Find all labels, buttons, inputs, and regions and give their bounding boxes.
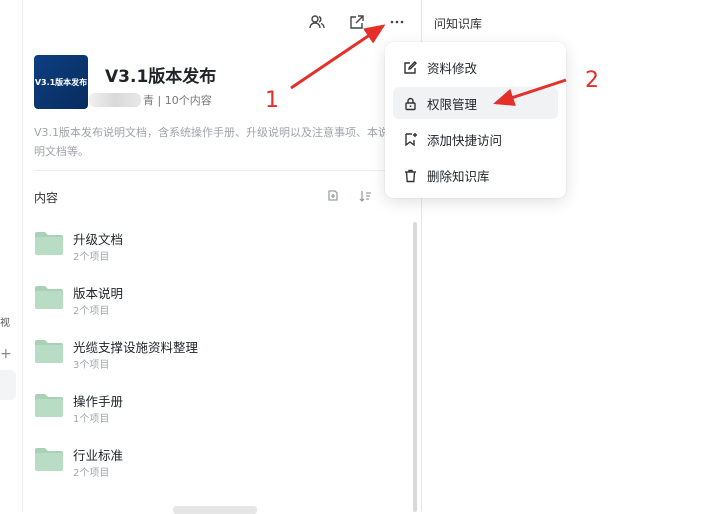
folder-icon xyxy=(35,232,63,255)
annotation-label-2: 2 xyxy=(585,68,599,93)
folder-item[interactable]: 光缆支撑设施资料整理 3个项目 xyxy=(34,328,404,382)
sort-icon[interactable] xyxy=(356,187,374,205)
menu-item-delete-knowledge-base[interactable]: 删除知识库 xyxy=(393,159,558,191)
bookmark-star-icon xyxy=(401,130,419,148)
ask-knowledge-base-title: 问知识库 xyxy=(434,17,483,31)
trash-icon xyxy=(401,166,419,184)
folder-name: 版本说明 xyxy=(73,286,124,301)
menu-item-add-shortcut[interactable]: 添加快捷访问 xyxy=(393,123,558,155)
folder-name: 操作手册 xyxy=(73,394,124,409)
knowledge-base-panel: V3.1版本发布 V3.1版本发布 青 | 10个内容 V3.1版本发布说明文档… xyxy=(23,0,422,514)
scrollbar[interactable] xyxy=(413,222,417,512)
annotation-label-1: 1 xyxy=(265,88,279,113)
folder-item[interactable]: 操作手册 1个项目 xyxy=(34,382,404,436)
folder-name: 升级文档 xyxy=(73,232,124,247)
menu-item-permission-management[interactable]: 权限管理 xyxy=(393,87,558,119)
divider xyxy=(34,170,410,171)
folder-count: 2个项目 xyxy=(73,306,110,317)
folder-icon xyxy=(35,394,63,417)
folder-name: 行业标准 xyxy=(73,448,124,463)
sidebar-cut-label: 视 xyxy=(0,318,10,329)
knowledge-base-cover: V3.1版本发布 xyxy=(34,55,88,109)
new-folder-icon[interactable] xyxy=(324,187,342,205)
more-actions-menu: 资料修改 权限管理 添加快捷访问 删除知识库 xyxy=(385,42,566,198)
lock-icon xyxy=(401,94,419,112)
sidebar-add-icon[interactable]: + xyxy=(0,346,12,362)
folder-item[interactable]: 升级文档 2个项目 xyxy=(34,220,404,274)
folder-count: 1个项目 xyxy=(73,414,110,425)
folder-icon xyxy=(35,286,63,309)
left-sidebar-strip: 视 + xyxy=(0,0,23,512)
folder-item[interactable]: 版本说明 2个项目 xyxy=(34,274,404,328)
folder-count: 2个项目 xyxy=(73,468,110,479)
knowledge-base-description: V3.1版本发布说明文档，含系统操作手册、升级说明以及注意事项、本说明文档等。 xyxy=(34,126,390,158)
more-icon[interactable] xyxy=(386,11,408,33)
menu-item-edit-info[interactable]: 资料修改 xyxy=(393,51,558,83)
menu-item-label: 权限管理 xyxy=(427,96,478,112)
menu-item-label: 删除知识库 xyxy=(427,168,490,184)
folder-list: 升级文档 2个项目 版本说明 2个项目 光缆支撑设施资料整理 3个项目 操作手册… xyxy=(34,220,404,490)
share-icon[interactable] xyxy=(346,11,368,33)
blurred-owner xyxy=(89,93,141,107)
folder-item[interactable]: 行业标准 2个项目 xyxy=(34,436,404,490)
knowledge-base-meta: 青 | 10个内容 xyxy=(89,92,212,108)
members-icon[interactable] xyxy=(306,11,328,33)
truncated-footer-text xyxy=(173,506,257,514)
menu-item-label: 资料修改 xyxy=(427,60,478,76)
knowledge-base-meta-text: 青 | 10个内容 xyxy=(143,94,212,107)
folder-count: 2个项目 xyxy=(73,252,110,263)
content-heading: 内容 xyxy=(34,191,59,205)
menu-item-label: 添加快捷访问 xyxy=(427,132,503,148)
folder-icon xyxy=(35,340,63,363)
knowledge-base-title: V3.1版本发布 xyxy=(105,67,217,87)
folder-icon xyxy=(35,448,63,471)
folder-count: 3个项目 xyxy=(73,360,110,371)
folder-name: 光缆支撑设施资料整理 xyxy=(73,340,199,355)
sidebar-selected-tile[interactable] xyxy=(0,370,16,400)
edit-icon xyxy=(401,58,419,76)
